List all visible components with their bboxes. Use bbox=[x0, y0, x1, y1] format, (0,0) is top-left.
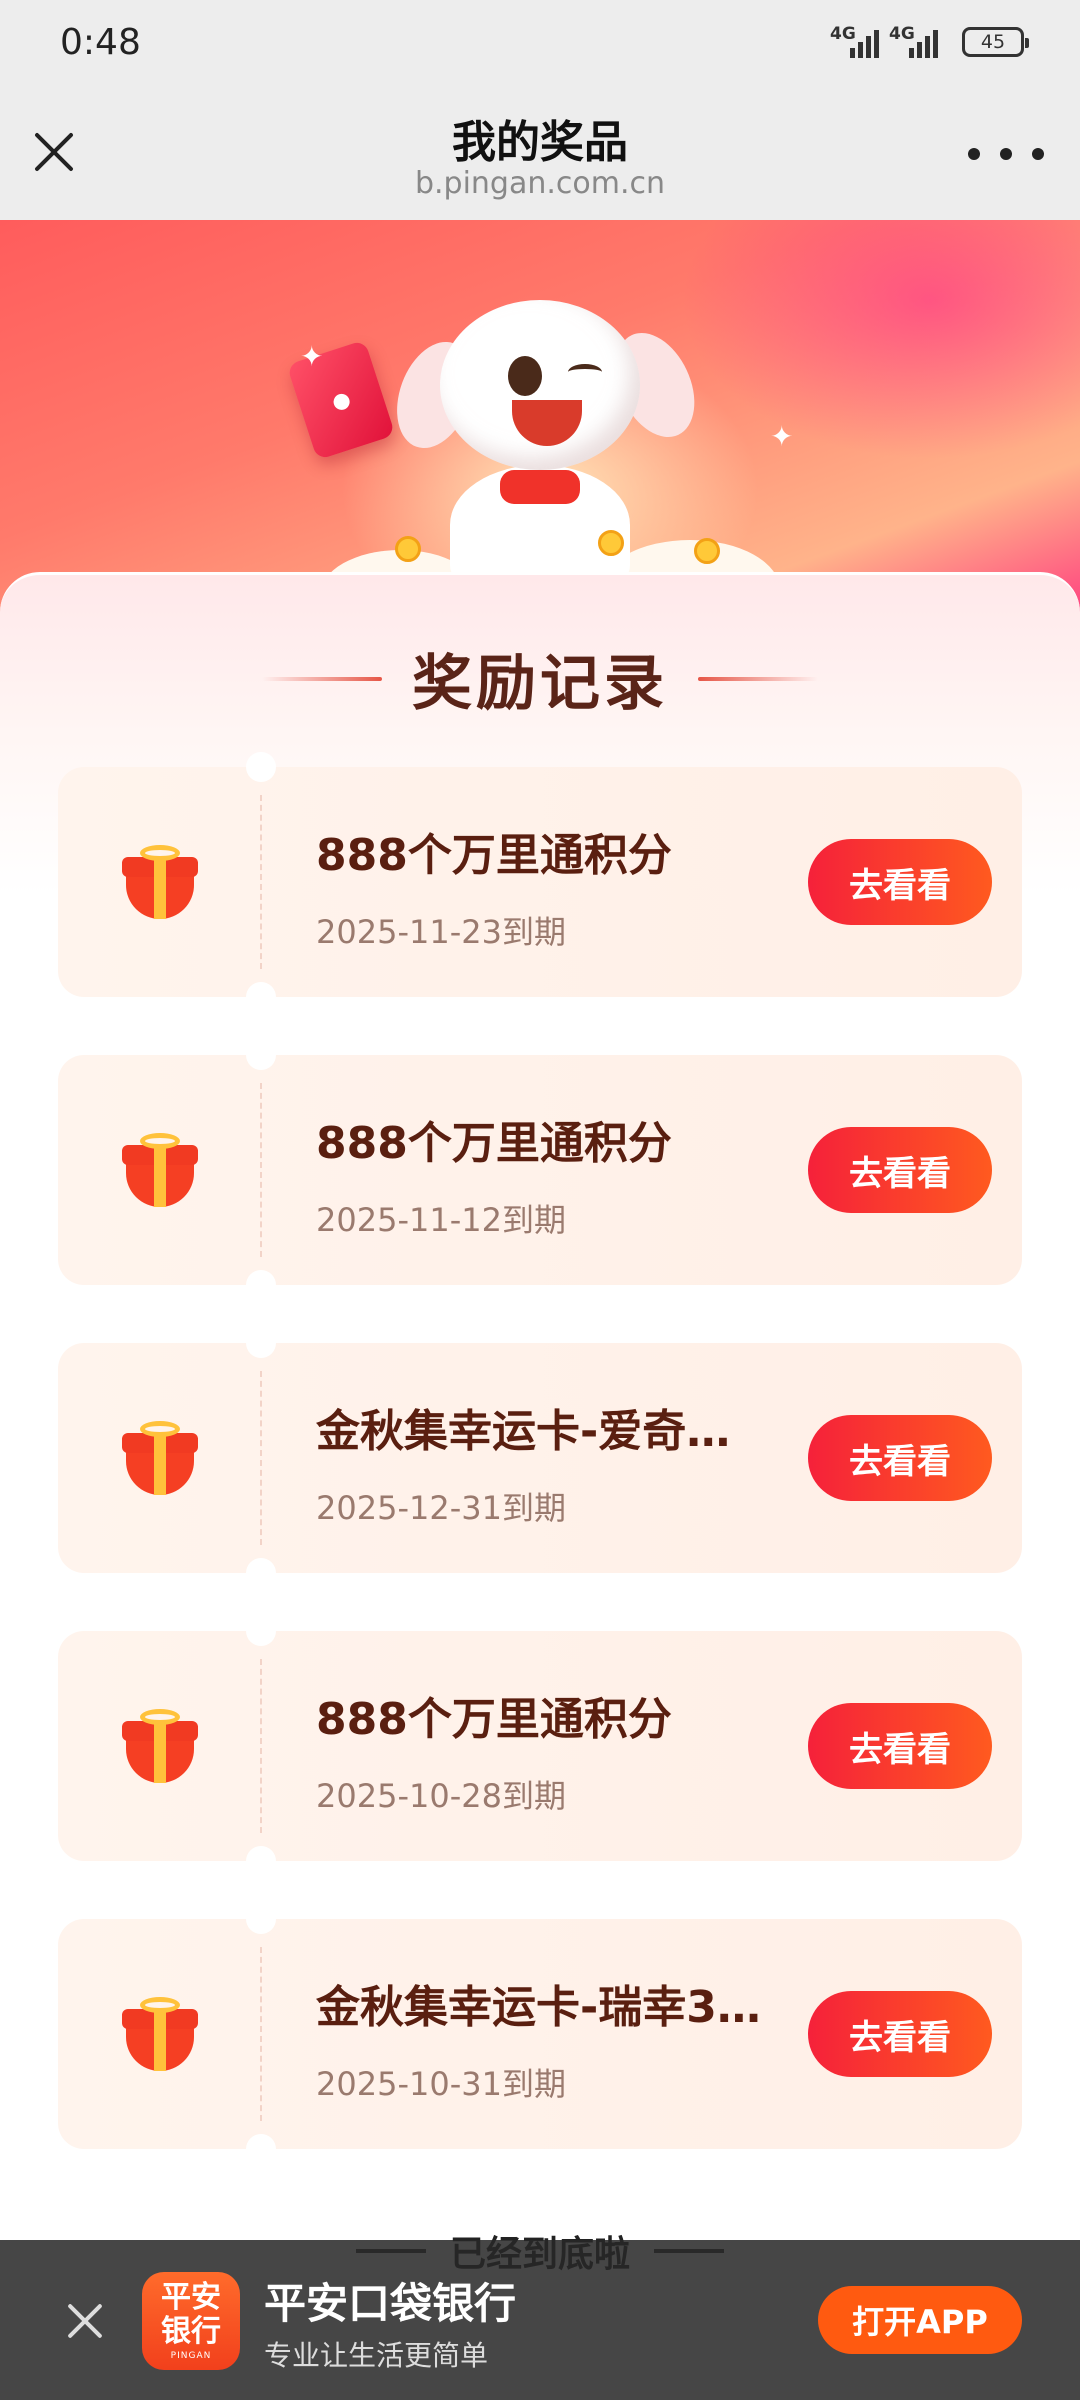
reward-item: 888个万里通积分 2025-11-23到期 去看看 bbox=[58, 752, 1022, 1012]
banner-close-icon[interactable] bbox=[60, 2296, 110, 2346]
gift-box-icon bbox=[122, 845, 198, 919]
app-name: 平安口袋银行 bbox=[264, 2279, 517, 2328]
section-title: 奖励记录 bbox=[412, 649, 668, 719]
reward-list: 888个万里通积分 2025-11-23到期 去看看 888个万里通积分 202… bbox=[58, 752, 1022, 2207]
view-reward-button[interactable]: 去看看 bbox=[808, 1415, 992, 1501]
reward-expiry: 2025-11-23到期 bbox=[316, 913, 566, 951]
gift-box-icon bbox=[122, 1997, 198, 2071]
reward-records-panel: 奖励记录 888个万里通积分 2025-11-23到期 去看看 888个万里通积… bbox=[0, 572, 1080, 2400]
reward-expiry: 2025-12-31到期 bbox=[316, 1489, 566, 1527]
sparkle-icon: ✦ bbox=[300, 340, 324, 373]
reward-item: 金秋集幸运卡-爱奇… 2025-12-31到期 去看看 bbox=[58, 1328, 1022, 1588]
signal-icon: 4G bbox=[830, 24, 879, 58]
status-icons: 4G 4G 45 bbox=[830, 24, 1029, 58]
sparkle-icon: ✦ bbox=[770, 420, 794, 453]
mascot-illustration bbox=[383, 300, 710, 585]
more-options-icon[interactable] bbox=[968, 136, 1044, 172]
gift-box-icon bbox=[122, 1133, 198, 1207]
app-logo: 平安 银行 PINGAN bbox=[142, 2272, 240, 2370]
battery-level: 45 bbox=[980, 31, 1006, 53]
battery-icon: 45 bbox=[962, 27, 1029, 57]
page-title: 我的奖品 bbox=[452, 117, 628, 168]
view-reward-button[interactable]: 去看看 bbox=[808, 1991, 992, 2077]
section-header: 奖励记录 bbox=[0, 635, 1080, 722]
reward-item: 888个万里通积分 2025-11-12到期 去看看 bbox=[58, 1040, 1022, 1300]
gift-box-icon bbox=[122, 1421, 198, 1495]
coin-icon bbox=[598, 530, 624, 556]
view-reward-button[interactable]: 去看看 bbox=[808, 1127, 992, 1213]
reward-expiry: 2025-10-28到期 bbox=[316, 1777, 566, 1815]
view-reward-button[interactable]: 去看看 bbox=[808, 1703, 992, 1789]
coin-icon bbox=[395, 536, 421, 562]
title-divider-left bbox=[262, 676, 382, 681]
signal-icon: 4G bbox=[889, 24, 938, 58]
open-app-button[interactable]: 打开APP bbox=[818, 2286, 1022, 2354]
page-url: b.pingan.com.cn bbox=[414, 166, 666, 201]
status-time: 0:48 bbox=[60, 22, 141, 63]
view-reward-button[interactable]: 去看看 bbox=[808, 839, 992, 925]
title-bar: 我的奖品 b.pingan.com.cn bbox=[0, 88, 1080, 220]
reward-expiry: 2025-11-12到期 bbox=[316, 1201, 566, 1239]
reward-name: 金秋集幸运卡-瑞幸3… bbox=[316, 1982, 761, 2033]
gift-box-icon bbox=[122, 1709, 198, 1783]
reward-item: 888个万里通积分 2025-10-28到期 去看看 bbox=[58, 1616, 1022, 1876]
reward-expiry: 2025-10-31到期 bbox=[316, 2065, 566, 2103]
title-divider-right bbox=[698, 676, 818, 681]
reward-name: 888个万里通积分 bbox=[316, 1694, 672, 1745]
reward-name: 888个万里通积分 bbox=[316, 830, 672, 881]
network-type-label: 4G bbox=[830, 24, 856, 44]
reward-name: 888个万里通积分 bbox=[316, 1118, 672, 1169]
app-slogan: 专业让生活更简单 bbox=[264, 2339, 489, 2372]
status-bar: 0:48 4G 4G 45 bbox=[0, 0, 1080, 88]
network-type-label: 4G bbox=[889, 24, 915, 44]
app-download-banner: 平安 银行 PINGAN 平安口袋银行 专业让生活更简单 打开APP bbox=[0, 2240, 1080, 2400]
reward-item: 金秋集幸运卡-瑞幸3… 2025-10-31到期 去看看 bbox=[58, 1904, 1022, 2164]
coin-icon bbox=[694, 538, 720, 564]
reward-name: 金秋集幸运卡-爱奇… bbox=[316, 1406, 731, 1457]
hero-banner: ✦ ✦ bbox=[0, 220, 1080, 620]
